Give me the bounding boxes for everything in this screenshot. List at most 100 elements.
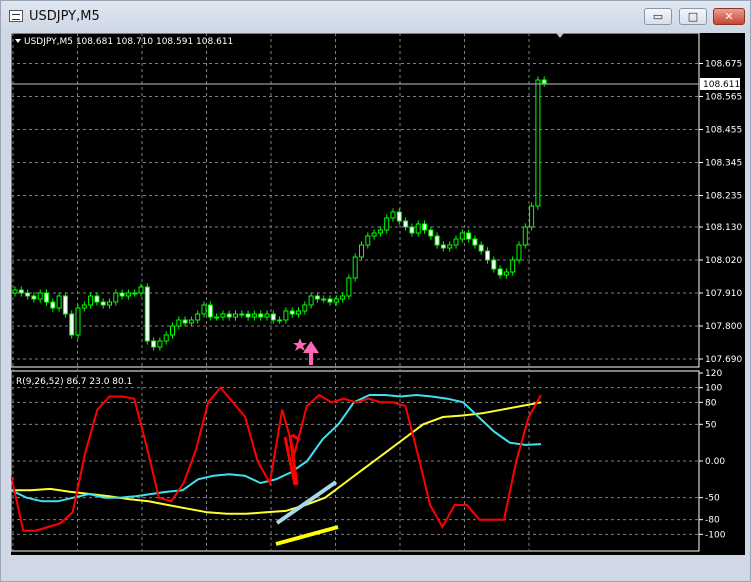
candle-body <box>125 292 131 297</box>
price-axis-label: 107.910 <box>705 289 742 299</box>
chart-area[interactable]: 108.675 108.565 108.455 108.345 108.235 108.1… <box>11 33 745 555</box>
candle-body <box>365 235 371 246</box>
price-panel-header: USDJPY,M5 108.681 108.710 108.591 108.61… <box>24 37 233 47</box>
candle-body <box>516 244 522 261</box>
minimize-button[interactable]: ▭ <box>644 8 672 25</box>
candle-body <box>409 226 415 234</box>
maximize-button[interactable]: □ <box>679 8 707 25</box>
candle-body <box>296 310 301 315</box>
candle-body <box>69 313 75 336</box>
indicator-axis-label: 100 <box>705 384 722 394</box>
chart-svg[interactable]: 108.675 108.565 108.455 108.345 108.235 108.1… <box>11 33 745 555</box>
candle-body <box>56 295 62 309</box>
candle-body <box>503 271 509 276</box>
candle-body <box>264 313 270 318</box>
candle-body <box>403 220 409 228</box>
candle-body <box>12 289 18 294</box>
status-strip <box>1 555 750 581</box>
candle-body <box>428 229 434 237</box>
candle-body <box>62 295 68 315</box>
candle-body <box>529 205 535 228</box>
candle-body <box>226 313 232 318</box>
candle-body <box>119 292 125 297</box>
candle-body <box>340 295 346 300</box>
candle-body <box>233 313 238 318</box>
indicator-slow-line <box>11 401 542 515</box>
indicator-axis-label: -80 <box>705 516 720 526</box>
candle-body <box>170 325 175 336</box>
candle-body <box>390 211 396 219</box>
grid <box>11 33 699 551</box>
candle-body <box>113 292 119 303</box>
candle-body <box>459 232 465 240</box>
close-icon: ✕ <box>724 10 734 23</box>
candle-body <box>88 295 94 306</box>
trend-line-blue[interactable] <box>275 480 338 525</box>
candle-body <box>283 310 289 321</box>
indicator-lines <box>11 386 542 532</box>
candle-body <box>258 313 264 318</box>
candle-body <box>377 229 383 234</box>
candle-body <box>497 268 503 276</box>
candle-body <box>195 313 201 321</box>
candles <box>12 76 547 351</box>
minimize-icon: ▭ <box>652 10 664 23</box>
candle-body <box>522 226 528 246</box>
indicator-axis-label: -50 <box>705 494 720 504</box>
candle-body <box>314 295 320 300</box>
price-axis-label: 108.235 <box>705 192 742 202</box>
candle-body <box>18 289 24 294</box>
candle-body <box>176 319 182 327</box>
candle-body <box>239 313 245 316</box>
candle-body <box>182 319 188 324</box>
indicator-panel-header: R(9,26,52) 86.7 23.0 80.1 <box>16 377 132 387</box>
candle-body <box>138 286 144 294</box>
candle-body <box>94 295 100 303</box>
candle-body <box>478 244 484 252</box>
shift-marker-icon[interactable] <box>556 33 564 38</box>
candle-body <box>321 298 327 301</box>
candle-body <box>25 292 31 297</box>
candle-body <box>75 307 81 336</box>
candle-body <box>251 313 257 318</box>
candle-body <box>245 313 251 318</box>
candle-body <box>422 223 427 231</box>
price-axis-label: 108.020 <box>705 256 742 266</box>
candle-body <box>472 238 478 246</box>
candle-body <box>510 259 516 273</box>
candle-body <box>491 259 497 270</box>
candle-body <box>346 277 352 297</box>
chart-window-icon <box>9 10 23 22</box>
candle-body <box>31 295 37 300</box>
candle-body <box>144 286 150 342</box>
title-bar[interactable]: USDJPY,M5 ▭ □ ✕ <box>1 1 750 33</box>
indicator-axis-label: 0.00 <box>705 457 725 467</box>
candle-body <box>352 256 358 279</box>
close-button[interactable]: ✕ <box>713 8 745 25</box>
candle-body <box>440 244 446 249</box>
candle-body <box>220 313 226 318</box>
indicator-axis-label: 120 <box>705 369 722 379</box>
candle-body <box>44 292 49 303</box>
candle-body <box>371 232 377 237</box>
indicator-fast-line <box>11 386 542 532</box>
candle-body <box>327 298 333 303</box>
current-price-label: 108.611 <box>703 80 740 90</box>
candle-body <box>50 301 56 309</box>
collapse-triangle-icon[interactable] <box>15 39 21 43</box>
candle-body <box>132 292 138 295</box>
candle-body <box>100 301 106 306</box>
candle-body <box>270 313 276 321</box>
candle-body <box>359 244 364 258</box>
indicator-axis-label: -100 <box>705 530 726 540</box>
candle-body <box>207 304 213 318</box>
candle-body <box>37 292 43 300</box>
trend-line-yellow[interactable] <box>275 525 339 546</box>
candle-body <box>308 295 314 306</box>
candle-body <box>541 79 547 84</box>
price-axis-label: 108.565 <box>705 93 742 103</box>
candle-body <box>289 310 295 315</box>
candle-body <box>157 340 163 348</box>
candle-body <box>81 304 87 309</box>
indicator-axis-label: 50 <box>705 420 717 430</box>
